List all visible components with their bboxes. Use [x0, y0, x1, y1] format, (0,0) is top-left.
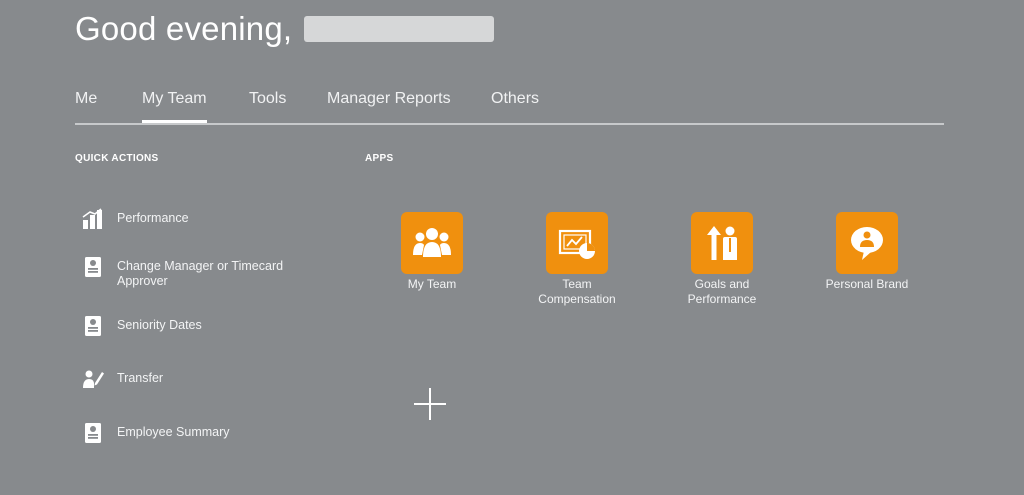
- person-edit-icon: [83, 370, 104, 388]
- app-my-team[interactable]: My Team: [382, 212, 482, 292]
- quick-action-label: Performance: [117, 211, 189, 225]
- greeting: Good evening,: [75, 10, 495, 48]
- navigation-tabs: Me My Team Tools Manager Reports Others: [75, 88, 944, 125]
- app-tile: [401, 212, 463, 274]
- quick-action-label: Seniority Dates: [117, 318, 202, 332]
- app-label: My Team: [407, 277, 457, 291]
- app-label: Goals and Performance: [687, 277, 757, 306]
- app-goals-and-performance[interactable]: Goals and Performance: [672, 212, 772, 307]
- quick-action-label: Change Manager or Timecard Approver: [117, 259, 284, 288]
- tab-my-team[interactable]: My Team: [142, 90, 207, 123]
- tab-others[interactable]: Others: [491, 90, 539, 121]
- id-card-icon: [85, 257, 101, 277]
- id-card-icon: [85, 316, 101, 336]
- app-personal-brand[interactable]: Personal Brand: [817, 212, 917, 292]
- quick-action-label: Transfer: [117, 371, 164, 385]
- tab-manager-reports[interactable]: Manager Reports: [327, 90, 451, 121]
- money-chart-icon: [558, 229, 595, 259]
- quick-action-performance[interactable]: Performance: [82, 208, 189, 230]
- id-card-icon: [85, 423, 101, 443]
- plus-icon[interactable]: [413, 387, 447, 421]
- app-label: Personal Brand: [825, 277, 909, 291]
- quick-action-seniority-dates[interactable]: Seniority Dates: [82, 315, 202, 337]
- tab-me[interactable]: Me: [75, 90, 97, 121]
- speech-person-icon: [851, 227, 883, 260]
- apps-title: APPS: [365, 153, 394, 164]
- app-team-compensation[interactable]: Team Compensation: [527, 212, 627, 307]
- app-tile: [836, 212, 898, 274]
- quick-action-transfer[interactable]: Transfer: [82, 368, 163, 390]
- tab-tools[interactable]: Tools: [249, 90, 286, 121]
- redacted-user-name: [304, 16, 495, 42]
- greeting-text: Good evening,: [75, 10, 293, 47]
- quick-action-change-manager[interactable]: Change Manager or Timecard Approver: [82, 256, 302, 289]
- quick-action-employee-summary[interactable]: Employee Summary: [82, 422, 230, 444]
- bar-chart-icon: [82, 208, 102, 229]
- app-tile: [546, 212, 608, 274]
- app-tile: [691, 212, 753, 274]
- quick-actions-title: QUICK ACTIONS: [75, 153, 159, 164]
- team-icon: [413, 228, 451, 257]
- quick-action-label: Employee Summary: [117, 425, 230, 439]
- app-label: Team Compensation: [538, 277, 616, 306]
- arrows-person-icon: [707, 226, 737, 260]
